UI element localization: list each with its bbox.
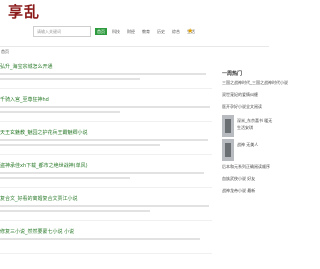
list-item[interactable]: 天王玄魅教_魅园之护花兵王霸魅卿小说 (0, 122, 212, 155)
main-nav: 首页 科技 财经 教育 历史 综合 生活 (95, 28, 197, 35)
sidebar-item-label[interactable]: 血族武侠小说 好友 (222, 176, 255, 182)
nav-item-education[interactable]: 教育 (140, 28, 152, 35)
excerpt-line (0, 210, 150, 212)
article-title[interactable]: 盗神承佳xh下载_都市之绝世战神(单风) (0, 162, 88, 169)
article-title[interactable]: 复合文_好看的离婚复合文贾江小说 (0, 195, 78, 202)
thumb-caption[interactable]: 生活安琪 (237, 125, 253, 131)
sidebar-item-label[interactable]: 后本和元系列正确阅读顺序 (222, 164, 270, 170)
excerpt-line (0, 238, 200, 240)
article-title[interactable]: 千骑入宫_至尊狂神hd (0, 96, 49, 103)
excerpt-line (0, 172, 204, 174)
article-title[interactable]: 弘升_海宝宗城怎么开通 (0, 63, 53, 70)
nav-item-history[interactable]: 历史 (155, 28, 167, 35)
sidebar-thumb-item[interactable]: 深米_东京喜书 暖无 生活安琪 (220, 115, 272, 137)
site-logo[interactable]: 享乱 (8, 1, 40, 22)
article-title[interactable]: 天王玄魅教_魅园之护花兵王霸魅卿小说 (0, 129, 88, 136)
sidebar-item[interactable]: 血族武侠小说 好友 (220, 173, 269, 185)
sidebar-item[interactable]: 三国之战神时代_三国之战神时代小说 (220, 77, 288, 89)
sidebar-item-label[interactable]: 战神龙帝小说 最新 (222, 188, 255, 194)
sidebar-item[interactable]: 后本和元系列正确阅读顺序 (220, 161, 270, 173)
thumb-caption[interactable]: 深米_东京喜书 暖无 (237, 118, 272, 124)
nav-item-finance[interactable]: 财经 (125, 28, 137, 35)
excerpt-line (0, 78, 140, 80)
excerpt-line (0, 144, 160, 146)
sidebar-title: 一周热门 (222, 71, 243, 77)
excerpt-line (0, 106, 210, 108)
excerpt-line (0, 205, 209, 207)
search-input[interactable]: 请输入关键词 (33, 26, 91, 37)
star-icon[interactable]: ★ (187, 27, 193, 35)
sidebar-item[interactable]: 战神龙帝小说 最新 (220, 185, 269, 197)
excerpt-line (0, 139, 208, 141)
article-title[interactable]: 修复三小说_然然要蒙七小说 小说 (0, 228, 74, 235)
article-list: 弘升_海宝宗城怎么开通 千骑入宫_至尊狂神hd 天王玄魅教_魅园之护花兵王霸魅卿… (0, 56, 212, 254)
list-item[interactable]: 复合文_好看的离婚复合文贾江小说 (0, 188, 212, 221)
thumb-caption[interactable]: 战神 无美人 (237, 142, 258, 148)
sidebar-item[interactable]: 医开孕好小说全文阅读 (220, 101, 269, 113)
sidebar-item[interactable]: 双世宠妃的爱情纠缠 (220, 89, 269, 101)
list-item[interactable]: 千骑入宫_至尊狂神hd (0, 89, 212, 122)
nav-item-home[interactable]: 首页 (95, 28, 107, 35)
nav-item-general[interactable]: 综合 (170, 28, 182, 35)
list-item[interactable]: 弘升_海宝宗城怎么开通 (0, 56, 212, 89)
sidebar-item-label[interactable]: 医开孕好小说全文阅读 (222, 104, 262, 110)
sidebar-item-label[interactable]: 双世宠妃的爱情纠缠 (222, 92, 258, 98)
section-title: 首页 (1, 49, 9, 54)
excerpt-line (0, 73, 206, 75)
excerpt-line (0, 177, 130, 179)
thumbnail-image[interactable] (222, 139, 234, 161)
excerpt-line (0, 111, 120, 113)
list-item[interactable]: 盗神承佳xh下载_都市之绝世战神(单风) (0, 155, 212, 188)
sidebar-thumb-item[interactable]: 战神 无美人 (220, 139, 269, 161)
thumbnail-image[interactable] (222, 115, 234, 137)
list-item[interactable]: 修复三小说_然然要蒙七小说 小说 (0, 221, 212, 254)
header-divider (0, 46, 269, 47)
sidebar: 一周热门 三国之战神时代_三国之战神时代小说 双世宠妃的爱情纠缠 医开孕好小说全… (220, 56, 288, 197)
sidebar-item-label[interactable]: 三国之战神时代_三国之战神时代小说 (222, 80, 288, 86)
nav-item-tech[interactable]: 科技 (110, 28, 122, 35)
